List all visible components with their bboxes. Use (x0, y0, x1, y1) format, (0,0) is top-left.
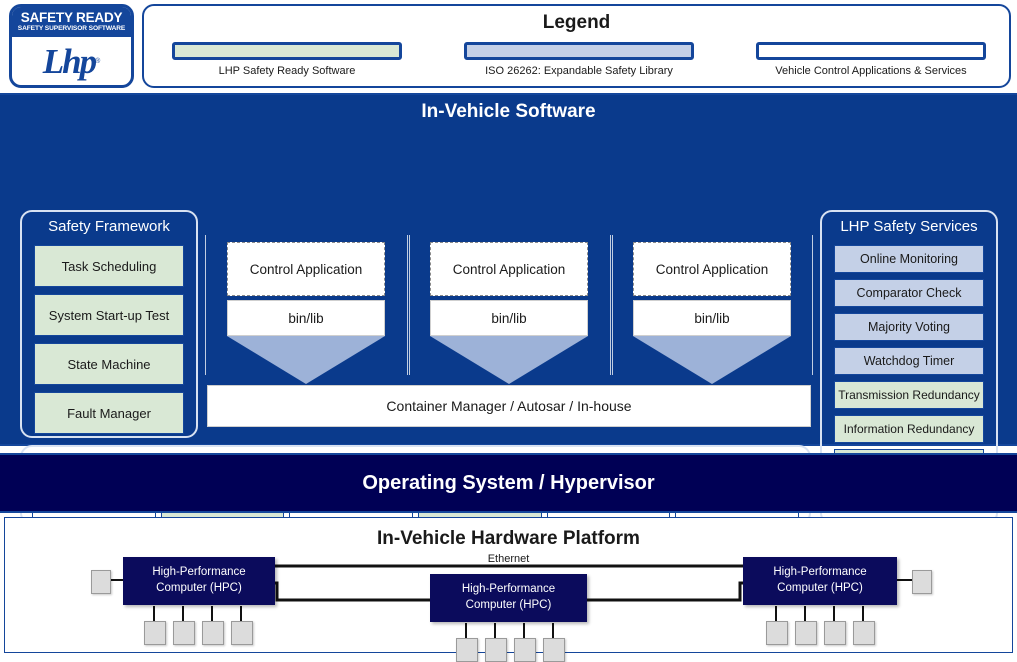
binlib-box-0[interactable]: bin/lib (227, 300, 385, 336)
hpc-unit-left[interactable]: High-Performance Computer (HPC) (123, 557, 275, 605)
sensor-node-right-3[interactable] (853, 621, 875, 645)
legend-panel: Legend LHP Safety Ready Software ISO 262… (142, 4, 1011, 88)
logo-title-secondary: SAFETY SUPERVISOR SOFTWARE (17, 25, 126, 33)
funnel-connector-0 (227, 336, 385, 384)
legend-swatch-white (756, 42, 986, 60)
hpc-left-line2: Computer (HPC) (156, 582, 242, 594)
lhp-service-watchdog-timer[interactable]: Watchdog Timer (834, 347, 984, 375)
hpc-center-line2: Computer (HPC) (465, 599, 552, 611)
lhp-service-majority-voting[interactable]: Majority Voting (834, 313, 984, 341)
lhp-service-information-redundancy[interactable]: Information Redundancy (834, 415, 984, 443)
sensor-node-left-3[interactable] (231, 621, 253, 645)
control-application-column-0: Control Application bin/lib (227, 242, 385, 384)
column-divider-2 (409, 235, 410, 375)
sensor-node-left-1[interactable] (173, 621, 195, 645)
logo-header-bar: SAFETY READY SAFETY SUPERVISOR SOFTWARE (12, 7, 131, 37)
hpc-center-line1: High-Performance (461, 583, 556, 596)
lhp-service-online-monitoring[interactable]: Online Monitoring (834, 245, 984, 273)
control-application-box-0[interactable]: Control Application (227, 242, 385, 296)
hpc-unit-center[interactable]: High-Performance Computer (HPC) (430, 574, 587, 622)
lhp-safety-services-title: LHP Safety Services (840, 218, 978, 235)
control-application-column-2: Control Application bin/lib (633, 242, 791, 384)
column-divider-5 (812, 235, 813, 375)
legend-item-1: ISO 26262: Expandable Safety Library (464, 42, 694, 77)
safety-framework-item-task-scheduling[interactable]: Task Scheduling (34, 245, 184, 287)
operating-system-title: Operating System / Hypervisor (362, 471, 655, 494)
edge-node-left[interactable] (91, 570, 111, 594)
sensor-node-right-1[interactable] (795, 621, 817, 645)
hpc-right-line2: Computer (HPC) (777, 582, 863, 594)
column-divider-0 (205, 235, 206, 375)
control-application-box-1[interactable]: Control Application (430, 242, 588, 296)
sensor-node-center-1[interactable] (485, 638, 507, 662)
logo-wordmark-area: Lhp ® (12, 37, 131, 85)
legend-label-1: ISO 26262: Expandable Safety Library (485, 65, 673, 77)
legend-item-0: LHP Safety Ready Software (172, 42, 402, 77)
legend-title: Legend (542, 12, 611, 33)
safety-framework-item-fault-manager[interactable]: Fault Manager (34, 392, 184, 434)
lhp-service-comparator-check[interactable]: Comparator Check (834, 279, 984, 307)
logo-registered-mark: ® (95, 57, 101, 65)
hpc-left-line1: High-Performance (152, 566, 246, 579)
column-divider-4 (612, 235, 613, 375)
legend-item-2: Vehicle Control Applications & Services (756, 42, 986, 77)
control-application-column-1: Control Application bin/lib (430, 242, 588, 384)
column-divider-1 (407, 235, 408, 375)
column-divider-3 (610, 235, 611, 375)
logo-title-primary: SAFETY READY (20, 9, 123, 25)
logo-wordmark: Lhp (42, 41, 97, 81)
safety-framework-title: Safety Framework (48, 218, 170, 235)
binlib-box-1[interactable]: bin/lib (430, 300, 588, 336)
hardware-platform-section: In-Vehicle Hardware Platform Ethernet Hi… (4, 517, 1013, 662)
container-manager-box[interactable]: Container Manager / Autosar / In-house (207, 385, 811, 427)
edge-node-right[interactable] (912, 570, 932, 594)
hpc-unit-right[interactable]: High-Performance Computer (HPC) (743, 557, 897, 605)
in-vehicle-software-section: In-Vehicle Software Safety Framework Tas… (0, 93, 1017, 525)
in-vehicle-software-title: In-Vehicle Software (421, 101, 596, 122)
lhp-service-transmission-redundancy[interactable]: Transmission Redundancy (834, 381, 984, 409)
safety-framework-item-state-machine[interactable]: State Machine (34, 343, 184, 385)
sensor-node-center-3[interactable] (543, 638, 565, 662)
safety-framework-item-system-startup-test[interactable]: System Start-up Test (34, 294, 184, 336)
legend-swatch-blue (464, 42, 694, 60)
control-application-box-2[interactable]: Control Application (633, 242, 791, 296)
sensor-node-left-2[interactable] (202, 621, 224, 645)
legend-label-0: LHP Safety Ready Software (218, 65, 356, 77)
safety-framework-panel: Safety Framework Task Scheduling System … (20, 210, 198, 438)
operating-system-hypervisor-band: Operating System / Hypervisor (0, 453, 1017, 513)
legend-label-2: Vehicle Control Applications & Services (775, 65, 967, 77)
header-strip: SAFETY READY SAFETY SUPERVISOR SOFTWARE … (0, 0, 1017, 90)
safety-framework-items: Task Scheduling System Start-up Test Sta… (34, 245, 184, 441)
funnel-connector-2 (633, 336, 791, 384)
sensor-node-right-2[interactable] (824, 621, 846, 645)
binlib-box-2[interactable]: bin/lib (633, 300, 791, 336)
sensor-node-left-0[interactable] (144, 621, 166, 645)
sensor-node-center-0[interactable] (456, 638, 478, 662)
funnel-connector-1 (430, 336, 588, 384)
hpc-right-line1: High-Performance (773, 566, 867, 579)
sensor-node-right-0[interactable] (766, 621, 788, 645)
lhp-safety-ready-logo: SAFETY READY SAFETY SUPERVISOR SOFTWARE … (9, 4, 134, 88)
legend-swatch-green (172, 42, 402, 60)
sensor-node-center-2[interactable] (514, 638, 536, 662)
